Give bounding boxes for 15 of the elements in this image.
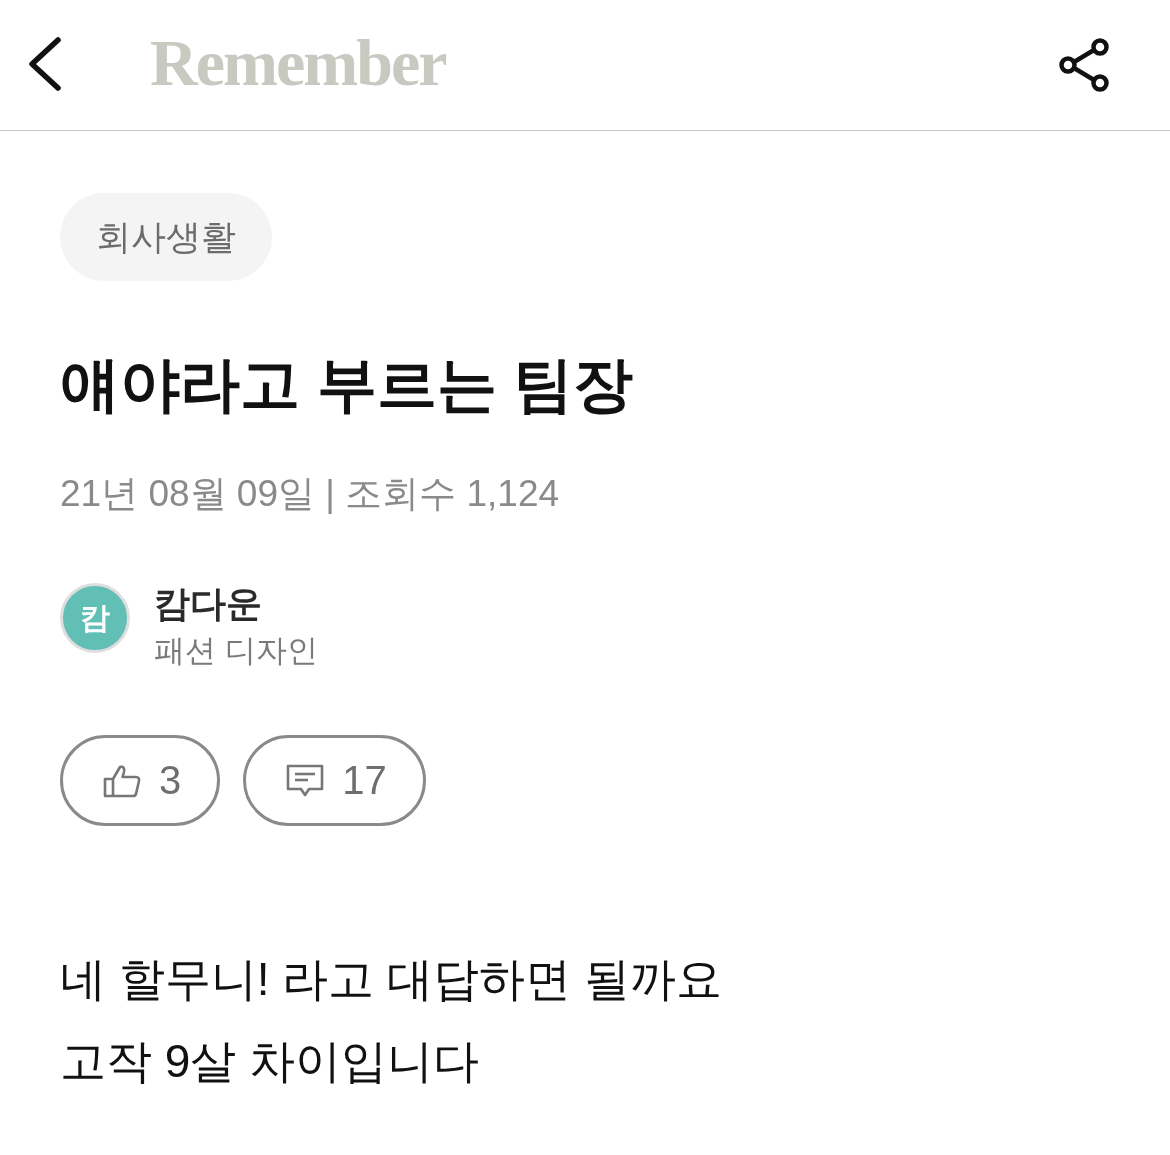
thumbs-up-icon (103, 763, 141, 798)
post-meta: 21년 08월 09일 | 조회수 1,124 (60, 472, 560, 516)
back-icon (26, 36, 62, 92)
app-logo: Remember (150, 30, 446, 96)
like-button[interactable]: 3 (60, 735, 221, 826)
category-tag[interactable]: 회사생활 (60, 193, 272, 281)
post-title: 얘야라고 부르는 팀장 (60, 350, 634, 420)
author-name: 캄다운 (154, 582, 263, 626)
post-body-text: 네 할무니! 라고 대답하면 될까요 (60, 952, 722, 1007)
author-job: 패션 디자인 (154, 632, 318, 670)
post-body-text: 고작 9살 차이입니다 (60, 1034, 481, 1089)
share-button[interactable] (1058, 38, 1110, 92)
share-icon (1058, 38, 1110, 92)
comment-button[interactable]: 17 (243, 735, 426, 826)
comment-icon (286, 763, 325, 798)
